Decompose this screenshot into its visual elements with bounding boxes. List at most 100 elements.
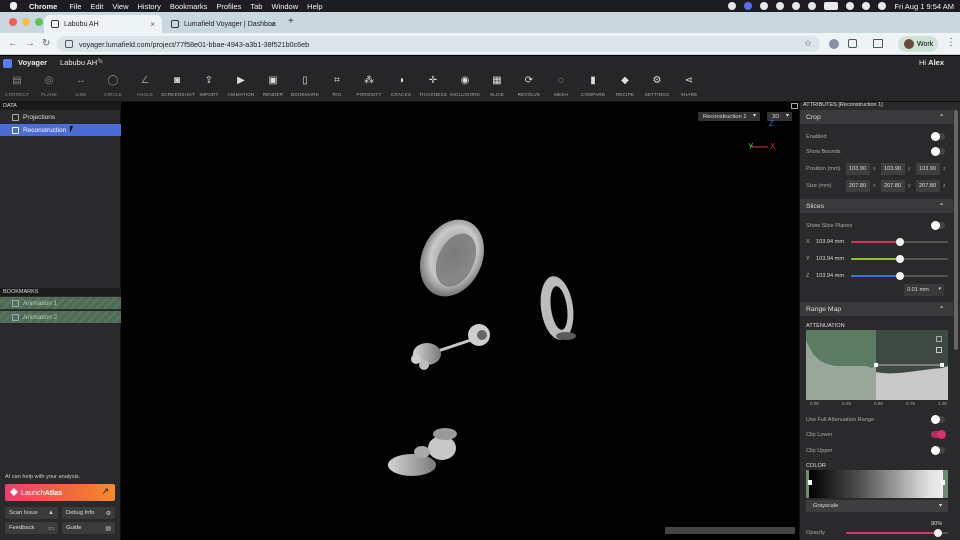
sidepanel-icon[interactable] xyxy=(873,39,883,48)
colormap-select[interactable]: Grayscale ▾ xyxy=(806,500,948,512)
slider-knob[interactable] xyxy=(895,272,904,280)
slices-section-header[interactable]: Slices ⌃ xyxy=(800,199,953,213)
slice-y-slider[interactable] xyxy=(851,255,948,263)
position-z-field[interactable]: 103.90 xyxy=(916,163,940,175)
zoom-window-button[interactable] xyxy=(35,18,43,26)
show-bounds-toggle[interactable] xyxy=(931,147,945,156)
crop-section-header[interactable]: Crop ⌃ xyxy=(800,110,953,124)
tool-animation-button[interactable]: ▶ ANIMATION xyxy=(225,74,257,97)
slider-knob[interactable] xyxy=(895,255,904,263)
forward-icon[interactable]: → xyxy=(25,38,35,49)
wifi-icon[interactable] xyxy=(846,2,855,10)
vpn-icon[interactable] xyxy=(744,2,753,10)
menu-chrome[interactable]: Chrome xyxy=(29,2,57,11)
bookmark-item-animation-2[interactable]: Animation 2 xyxy=(0,311,121,323)
tool-recipe-button[interactable]: ◆ RECIPE xyxy=(609,74,641,97)
colormap-handle-right[interactable] xyxy=(941,480,945,485)
tool-share-button[interactable]: ⋖ SHARE xyxy=(673,74,705,97)
3d-viewport[interactable]: Reconstruction 1 ▾ 3D ▾ Z Y X xyxy=(122,110,798,540)
record-icon[interactable] xyxy=(728,2,737,10)
tool-slice-button[interactable]: ▦ SLICE xyxy=(481,74,513,97)
more-menu-icon[interactable]: ⋮ xyxy=(946,37,956,48)
tool-angle-button[interactable]: ∠ ANGLE xyxy=(129,74,161,97)
menu-tab[interactable]: Tab xyxy=(250,2,262,11)
histogram-expand-icon[interactable] xyxy=(936,347,942,353)
position-y-field[interactable]: 103.90 xyxy=(881,163,905,175)
slice-z-slider[interactable] xyxy=(851,272,948,280)
attenuation-histogram[interactable] xyxy=(806,330,948,400)
opacity-slider-track[interactable] xyxy=(846,529,948,537)
clip-upper-toggle[interactable] xyxy=(931,446,945,455)
tool-screenshot-button[interactable]: ◙ SCREENSHOT xyxy=(161,74,195,97)
size-z-field[interactable]: 207.80 xyxy=(916,180,940,192)
extension-icon[interactable] xyxy=(829,39,839,49)
url-field[interactable]: voyager.lumafield.com/project/77f58e01-b… xyxy=(57,36,820,52)
tool-cracks-button[interactable]: ◑ CRACKS xyxy=(385,74,417,97)
full-range-toggle[interactable] xyxy=(931,415,945,424)
new-tab-button[interactable]: + xyxy=(288,16,294,27)
colormap-handle-left[interactable] xyxy=(808,480,812,485)
close-window-button[interactable] xyxy=(9,18,17,26)
timeline-scrollbar[interactable] xyxy=(665,527,795,534)
minimize-window-button[interactable] xyxy=(22,18,30,26)
debug-info-button[interactable]: Debug Info ⚙ xyxy=(62,507,115,519)
tool-inclusions-button[interactable]: ◉ INCLUSIONS xyxy=(449,74,481,97)
profile-button[interactable]: Work xyxy=(898,36,938,52)
menu-history[interactable]: History xyxy=(138,2,161,11)
tool-compare-button[interactable]: ▮ COMPARE xyxy=(577,74,609,97)
bookmark-star-icon[interactable]: ☆ xyxy=(804,38,812,49)
tree-item-projections[interactable]: Projections xyxy=(0,111,121,123)
show-slice-planes-toggle[interactable] xyxy=(931,221,945,230)
feedback-button[interactable]: Feedback ▭ xyxy=(5,522,58,534)
browser-tab-labubu[interactable]: Labubu AH × xyxy=(44,15,162,33)
project-name[interactable]: Labubu AH xyxy=(60,58,97,67)
tool-import-button[interactable]: ⇪ IMPORT xyxy=(193,74,225,97)
app-name[interactable]: Voyager xyxy=(18,58,47,67)
launch-atlas-button[interactable]: Launch Atlas ↗ xyxy=(5,484,115,501)
site-info-icon[interactable] xyxy=(65,40,73,48)
creative-cloud-icon[interactable] xyxy=(776,2,785,10)
ct-reconstruction-render[interactable] xyxy=(122,110,798,540)
tool-line-button[interactable]: ↔ LINE xyxy=(65,74,97,97)
attributes-scrollbar[interactable] xyxy=(954,110,958,350)
tab-close-icon[interactable]: × xyxy=(270,20,275,29)
apple-icon[interactable] xyxy=(10,2,17,10)
slider-knob[interactable] xyxy=(895,238,904,246)
menu-bookmarks[interactable]: Bookmarks xyxy=(170,2,208,11)
panel-toggle-icon[interactable] xyxy=(791,103,798,109)
tab-close-icon[interactable]: × xyxy=(150,20,155,29)
tool-render-button[interactable]: ▣ RENDER xyxy=(257,74,289,97)
guide-button[interactable]: Guide ▤ xyxy=(62,522,115,534)
bluetooth-icon[interactable] xyxy=(808,2,817,10)
tool-porosity-button[interactable]: ⁂ POROSITY xyxy=(353,74,385,97)
menu-edit[interactable]: Edit xyxy=(90,2,103,11)
back-icon[interactable]: ← xyxy=(8,38,18,49)
clip-lower-toggle[interactable] xyxy=(931,430,946,439)
edit-pencil-icon[interactable]: ✎ xyxy=(97,57,104,66)
music-icon[interactable] xyxy=(792,2,801,10)
position-x-field[interactable]: 103.90 xyxy=(846,163,870,175)
tool-circle-button[interactable]: ◯ CIRCLE xyxy=(97,74,129,97)
menu-file[interactable]: File xyxy=(69,2,81,11)
menu-profiles[interactable]: Profiles xyxy=(216,2,241,11)
display-icon[interactable] xyxy=(760,2,769,10)
scan-issue-button[interactable]: Scan Issue ▲ xyxy=(5,507,58,519)
bookmark-item-animation-1[interactable]: Animation 1 xyxy=(0,297,121,309)
menu-window[interactable]: Window xyxy=(271,2,298,11)
colormap-gradient[interactable] xyxy=(806,470,948,498)
histogram-reset-icon[interactable] xyxy=(936,336,942,342)
opacity-slider-knob[interactable] xyxy=(933,529,942,537)
reload-icon[interactable]: ↻ xyxy=(42,38,50,49)
size-y-field[interactable]: 207.80 xyxy=(881,180,905,192)
slice-x-slider[interactable] xyxy=(851,238,948,246)
menu-view[interactable]: View xyxy=(112,2,128,11)
tool-plane-button[interactable]: ◎ PLANE xyxy=(33,74,65,97)
browser-tab-dashboard[interactable]: Lumafield Voyager | Dashboa × xyxy=(164,15,282,33)
menu-help[interactable]: Help xyxy=(307,2,322,11)
control-center-icon[interactable] xyxy=(878,2,887,10)
tool-thickness-button[interactable]: ✛ THICKNESS xyxy=(417,74,449,97)
tool-settings-button[interactable]: ⚙ SETTINGS xyxy=(641,74,673,97)
search-icon[interactable] xyxy=(862,2,871,10)
puzzle-icon[interactable] xyxy=(848,39,857,48)
tree-item-reconstruction[interactable]: Reconstruction xyxy=(0,124,121,136)
